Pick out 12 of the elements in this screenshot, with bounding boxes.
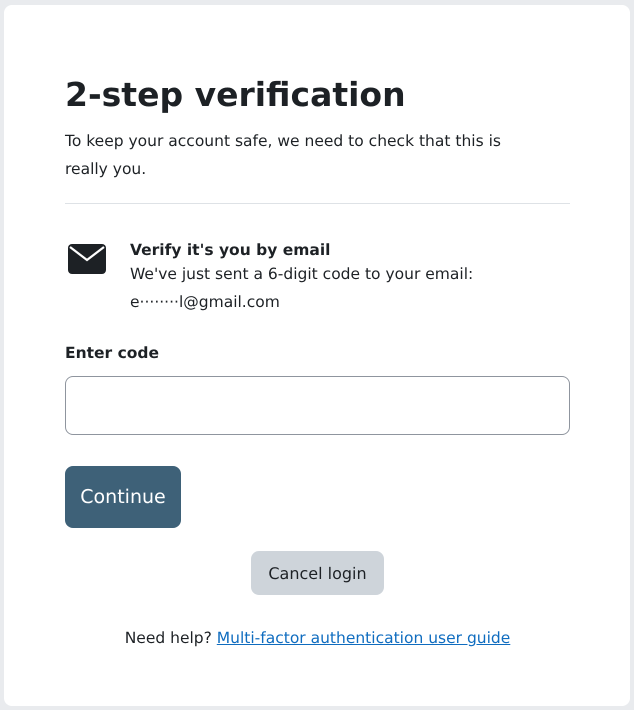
envelope-icon xyxy=(68,244,106,274)
code-field[interactable] xyxy=(65,376,570,435)
email-address: e········l@gmail.com xyxy=(130,292,281,313)
user-guide-link[interactable]: Multi-factor authentication user guide xyxy=(216,629,510,647)
help-text: Need help? Multi-factor authentication user guide xyxy=(124,629,512,647)
field-label: Enter code xyxy=(65,343,160,364)
page-title: 2-step verification xyxy=(65,74,407,116)
method-message: We've just sent a 6-digit code to your email: xyxy=(130,264,474,285)
cancel-button[interactable]: Cancel login xyxy=(251,551,384,595)
continue-button[interactable]: Continue xyxy=(65,466,181,528)
method-heading: Verify it's you by email xyxy=(130,240,332,260)
intro-text: To keep your account safe, we need to check that this is really you. xyxy=(65,131,502,180)
